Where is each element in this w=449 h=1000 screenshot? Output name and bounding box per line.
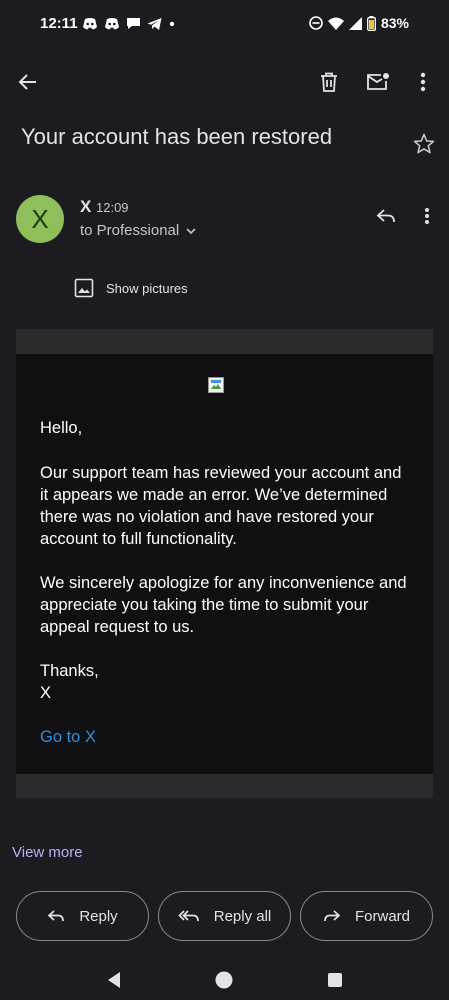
status-bar: 12:11 83% [0,0,449,50]
reply-all-button[interactable]: Reply all [158,891,291,941]
show-pictures-button[interactable]: Show pictures [74,278,188,298]
reply-icon [48,910,65,922]
sender-name[interactable]: X [80,197,91,217]
email-greeting: Hello, [40,419,83,437]
back-arrow-icon [18,74,36,90]
wifi-icon [327,17,344,30]
email-header-band [16,329,433,354]
chat-bubble-icon [127,18,140,29]
reply-all-icon [178,910,199,922]
reply-button[interactable]: Reply [16,891,149,941]
broken-image-icon [208,377,224,393]
nav-back-button[interactable] [102,966,126,994]
more-options-button[interactable] [412,58,434,106]
more-vert-icon [425,208,429,224]
do-not-disturb-icon [309,16,323,30]
sender-avatar[interactable]: X [16,195,64,243]
reply-icon-button[interactable] [372,202,400,230]
nav-home-button[interactable] [212,966,236,994]
system-nav-bar [0,960,449,1000]
more-vert-icon [420,72,426,92]
recipients-toggle[interactable]: to Professional [80,222,197,239]
nav-home-icon [215,971,233,989]
mark-unread-button[interactable] [362,58,394,106]
discord-icon [83,17,97,29]
email-body: Hello, Our support team has reviewed you… [16,329,433,798]
image-icon [74,278,94,298]
message-more-button[interactable] [416,202,438,230]
forward-icon [324,910,341,922]
recipients-label: to Professional [80,222,180,239]
forward-label: Forward [354,907,410,925]
sent-time: 12:09 [96,200,129,215]
mark-unread-icon [367,73,389,90]
chevron-down-icon [186,227,196,234]
reply-icon [376,209,395,223]
notification-icons [82,16,176,31]
email-signature: X [40,684,52,702]
reply-label: Reply [79,907,118,925]
battery-icon [367,15,376,31]
email-subject: Your account has been restored [21,124,333,149]
go-to-x-link[interactable]: Go to X [40,728,96,747]
back-button[interactable] [12,58,44,106]
status-time: 12:11 [40,15,78,32]
cell-signal-icon [348,16,362,30]
app-bar [0,58,449,106]
delete-icon [321,72,337,92]
star-button[interactable] [412,132,436,161]
email-paragraph: Our support team has reviewed your accou… [40,464,402,548]
nav-recents-button[interactable] [323,966,347,994]
reply-all-label: Reply all [213,907,272,925]
telegram-icon [147,17,162,30]
discord-icon [105,17,119,29]
dot-icon [169,21,175,26]
nav-back-icon [108,972,120,988]
delete-button[interactable] [313,58,345,106]
battery-percent: 83% [380,15,409,31]
email-paragraph: We sincerely apologize for any inconveni… [40,574,407,636]
show-pictures-label: Show pictures [106,280,188,296]
view-more-link[interactable]: View more [12,844,83,861]
star-icon [413,133,435,154]
forward-button[interactable]: Forward [300,891,433,941]
nav-recents-icon [328,973,342,987]
email-footer-band [16,774,433,798]
email-signoff: Thanks, [40,662,99,680]
system-status: 83% [309,15,409,31]
